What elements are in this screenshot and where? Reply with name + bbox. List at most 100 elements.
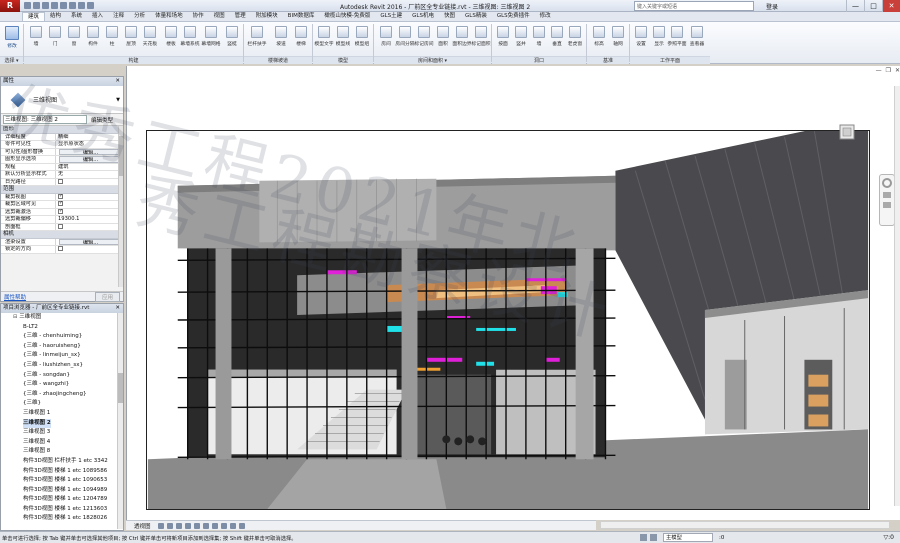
- undo-icon[interactable]: [42, 2, 49, 9]
- sun-path-icon[interactable]: [166, 522, 173, 529]
- column-button[interactable]: 柱: [103, 24, 121, 54]
- crop-view-icon[interactable]: [193, 522, 200, 529]
- viewport-horizontal-scrollbar[interactable]: [600, 521, 890, 529]
- tag-room-button[interactable]: 标记房间: [414, 24, 434, 54]
- locked-orientation-checkbox[interactable]: [58, 246, 63, 251]
- tree-item[interactable]: ⊟ 三维视图: [1, 313, 123, 323]
- graphic-display-edit-button[interactable]: 编辑...: [59, 156, 120, 163]
- dormer-button[interactable]: 老虎窗: [566, 24, 584, 54]
- open-icon[interactable]: [24, 2, 31, 9]
- chevron-down-icon[interactable]: ▼: [116, 97, 120, 103]
- view-minimize-button[interactable]: —: [876, 67, 882, 74]
- tab-manage[interactable]: 管理: [230, 12, 251, 21]
- visual-style-icon[interactable]: [157, 522, 164, 529]
- group-extents[interactable]: 范围: [1, 186, 123, 194]
- lock-icon[interactable]: [211, 522, 218, 529]
- tab-gls-mep[interactable]: GLS机电: [407, 12, 439, 21]
- tab-bim-database[interactable]: BIM数据库: [283, 12, 320, 21]
- close-button[interactable]: ✕: [882, 0, 900, 12]
- tag-icon[interactable]: [78, 2, 85, 9]
- section-box-checkbox[interactable]: [58, 223, 63, 229]
- tree-item[interactable]: {三维 - linmeijun_sx}: [1, 351, 123, 361]
- zoom-icon[interactable]: [883, 192, 891, 198]
- tab-modify[interactable]: 修改: [535, 12, 556, 21]
- worksets-icon[interactable]: [640, 534, 647, 541]
- tab-gls-decoration[interactable]: GLS精装: [460, 12, 492, 21]
- view-close-button[interactable]: ✕: [895, 67, 900, 74]
- maximize-button[interactable]: □: [864, 0, 882, 12]
- tree-item[interactable]: 三维视图 1: [1, 409, 123, 419]
- browser-scrollbar[interactable]: [117, 313, 123, 529]
- tree-item[interactable]: 构件3D视图 楼梯 1 etc 1213603: [1, 505, 123, 515]
- active-model-field[interactable]: 主模型: [663, 533, 713, 542]
- ref-plane-button[interactable]: 参照平面: [667, 24, 687, 54]
- crop-visible-checkbox[interactable]: [58, 201, 63, 208]
- tree-item[interactable]: {三维 - zhaojingcheng}: [1, 390, 123, 400]
- door-button[interactable]: 门: [46, 24, 64, 54]
- curtain-system-button[interactable]: 幕墙系统: [180, 24, 200, 54]
- area-button[interactable]: 面积: [434, 24, 452, 54]
- print-icon[interactable]: [60, 2, 67, 9]
- tree-item[interactable]: 构件3D视图 栏杆扶手 1 etc 3342: [1, 457, 123, 467]
- view-restore-button[interactable]: ❐: [886, 67, 891, 74]
- viewport-vertical-scrollbar[interactable]: [894, 86, 900, 506]
- tree-item[interactable]: 构件3D视图 楼梯 1 etc 1090653: [1, 476, 123, 486]
- group-camera[interactable]: 相机: [1, 231, 123, 239]
- tab-gls-free-plugins[interactable]: GLS免费插件: [492, 12, 535, 21]
- tree-item[interactable]: {三维 - songdan}: [1, 371, 123, 381]
- vertical-opening-button[interactable]: 垂直: [548, 24, 566, 54]
- tree-item[interactable]: 三维视图 2: [1, 418, 123, 429]
- tree-item[interactable]: 构件3D视图 楼梯 1 etc 1089586: [1, 467, 123, 477]
- window-tool-button[interactable]: 窗: [65, 24, 83, 54]
- render-edit-button[interactable]: 编辑...: [59, 238, 120, 245]
- set-workplane-button[interactable]: 设置: [632, 24, 650, 54]
- tab-add-ins[interactable]: 附加模块: [251, 12, 283, 21]
- collapse-icon[interactable]: ⊟: [13, 313, 17, 323]
- temporary-hide-icon[interactable]: [220, 522, 227, 529]
- tree-item[interactable]: {三维 - haoruisheng}: [1, 342, 123, 352]
- tab-insert[interactable]: 插入: [87, 12, 108, 21]
- properties-scrollbar[interactable]: [118, 126, 123, 287]
- tree-item[interactable]: 三维视图 3: [1, 428, 123, 438]
- tab-collaborate[interactable]: 协作: [188, 12, 209, 21]
- tab-view[interactable]: 视图: [209, 12, 230, 21]
- tree-item[interactable]: {三维 - liushizhen_sx}: [1, 361, 123, 371]
- show-workplane-button[interactable]: 显示: [650, 24, 668, 54]
- model-line-button[interactable]: 模型线: [334, 24, 352, 54]
- tree-item[interactable]: 三维视图 4: [1, 438, 123, 448]
- tree-item[interactable]: 构件3D视图 楼梯 1 etc 1828026: [1, 514, 123, 524]
- tab-analyze[interactable]: 分析: [129, 12, 150, 21]
- modify-button[interactable]: 修改: [3, 24, 21, 54]
- room-button[interactable]: 房间: [377, 24, 395, 54]
- apply-button[interactable]: 应用: [94, 291, 120, 302]
- tree-item[interactable]: 三维视图 8: [1, 447, 123, 457]
- model-group-button[interactable]: 模型组: [353, 24, 371, 54]
- tree-item[interactable]: B-LT2: [1, 323, 123, 333]
- browser-close-icon[interactable]: ✕: [115, 304, 120, 313]
- model-text-button[interactable]: 模型文字: [314, 24, 334, 54]
- redo-icon[interactable]: [51, 2, 58, 9]
- mullion-button[interactable]: 竖梃: [223, 24, 241, 54]
- reveal-hidden-icon[interactable]: [229, 522, 236, 529]
- tree-item[interactable]: {三维 - chenhuiming}: [1, 332, 123, 342]
- tree-item[interactable]: {三维}: [1, 399, 123, 409]
- tag-area-button[interactable]: 标记面积: [471, 24, 491, 54]
- viewer-button[interactable]: 查看器: [688, 24, 706, 54]
- application-menu-button[interactable]: R: [0, 0, 20, 12]
- 3d-viewport[interactable]: — ❐ ✕: [126, 66, 900, 520]
- panel-label-room-area[interactable]: 房间和面积 ▾: [374, 56, 491, 64]
- tab-quick-drawing[interactable]: 快图: [439, 12, 460, 21]
- tab-annotate[interactable]: 注释: [108, 12, 129, 21]
- curtain-grid-button[interactable]: 幕墙网格: [201, 24, 221, 54]
- analytical-model-icon[interactable]: [238, 522, 245, 529]
- shadows-icon[interactable]: [175, 522, 182, 529]
- pan-icon[interactable]: [883, 202, 891, 208]
- tree-item[interactable]: 构件3D视图 楼梯 1 etc 1204789: [1, 495, 123, 505]
- save-icon[interactable]: [33, 2, 40, 9]
- navigation-bar[interactable]: [879, 174, 895, 226]
- wall-opening-button[interactable]: 墙: [530, 24, 548, 54]
- steering-wheel-icon[interactable]: [882, 178, 892, 188]
- shaft-button[interactable]: 竖井: [512, 24, 530, 54]
- browser-title-bar[interactable]: 项目浏览器 - 厂前区全专业链接.rvt ✕: [1, 304, 123, 313]
- show-crop-icon[interactable]: [202, 522, 209, 529]
